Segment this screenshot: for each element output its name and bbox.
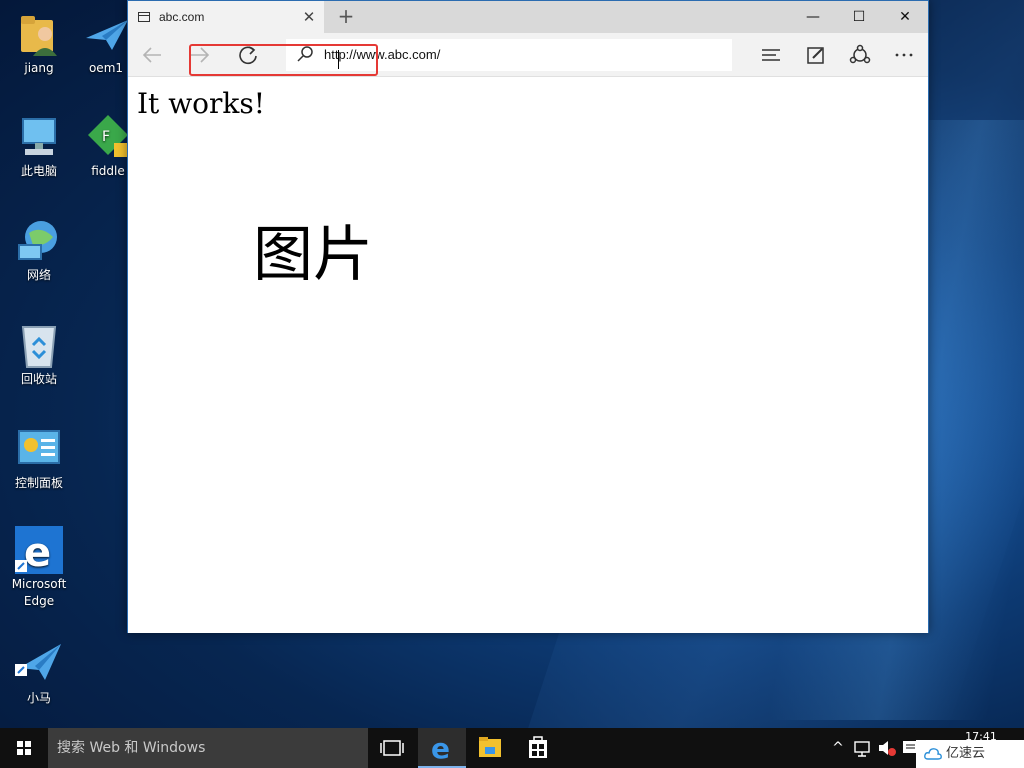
close-window-button[interactable]: ✕ (882, 1, 928, 33)
edge-icon: e (431, 732, 450, 765)
desktop-icon-label: Microsoft Edge (11, 577, 67, 608)
minimize-button[interactable]: — (790, 1, 836, 33)
web-page-content: It works! 图片 (128, 78, 928, 633)
desktop-icon-label: 网络 (26, 268, 51, 282)
more-button[interactable] (888, 40, 920, 70)
desktop-icon-label: 小马 (26, 691, 51, 705)
web-note-button[interactable] (800, 40, 832, 70)
network-tray-button[interactable] (852, 728, 874, 768)
text-caret (338, 50, 339, 69)
browser-tab[interactable]: abc.com ✕ (128, 1, 324, 33)
cloud-logo-icon (924, 748, 942, 760)
desktop-icon-label: 此电脑 (20, 164, 57, 178)
title-bar: abc.com ✕ + — ☐ ✕ (128, 1, 928, 33)
computer-icon (15, 113, 63, 161)
network-monitor-icon (854, 741, 870, 757)
recycle-bin-icon (15, 321, 63, 369)
svg-text:e: e (24, 530, 51, 574)
tab-close-button[interactable]: ✕ (300, 8, 318, 26)
new-tab-button[interactable]: + (335, 5, 357, 29)
svg-text:e: e (431, 732, 450, 765)
taskbar-store-button[interactable] (514, 728, 562, 768)
desktop-icon-recycle-bin[interactable]: 回收站 (1, 321, 77, 388)
page-tab-icon (138, 12, 150, 22)
maximize-button[interactable]: ☐ (836, 1, 882, 33)
watermark-text: 亿速云 (946, 746, 986, 761)
desktop-icon-user-folder[interactable]: jiang (1, 10, 77, 77)
control-panel-icon (15, 425, 63, 473)
user-folder-icon (15, 10, 63, 58)
show-hidden-icons-button[interactable]: ^ (828, 728, 848, 768)
hub-button[interactable] (755, 40, 787, 70)
task-view-button[interactable] (368, 728, 416, 768)
page-image-label: 图片 (253, 220, 373, 290)
fiddler-icon: F (84, 113, 132, 161)
paper-plane-icon (15, 640, 63, 688)
windows-logo-icon (17, 741, 31, 755)
speaker-muted-icon (879, 741, 896, 756)
edge-icon: e (15, 526, 63, 576)
svg-text:F: F (102, 129, 110, 145)
desktop-icon-network[interactable]: 网络 (1, 217, 77, 284)
more-dots-icon (895, 53, 913, 57)
network-globe-icon (15, 217, 63, 265)
desktop-icon-label: 回收站 (20, 372, 57, 386)
desktop-icon-label: 控制面板 (14, 476, 63, 490)
taskbar: 搜索 Web 和 Windows e ^ 17:41 (0, 728, 1024, 768)
edge-browser-window: abc.com ✕ + — ☐ ✕ http://www.abc.com/ It… (127, 0, 929, 633)
desktop-icon-label: jiang (24, 61, 54, 75)
desktop-icon-edge[interactable]: e Microsoft Edge (1, 526, 77, 610)
tab-title: abc.com (159, 10, 205, 24)
back-button[interactable] (136, 40, 168, 70)
back-arrow-icon (142, 47, 161, 63)
page-heading: It works! (137, 87, 266, 120)
taskbar-search-box[interactable]: 搜索 Web 和 Windows (48, 728, 368, 768)
hub-lines-icon (762, 49, 780, 61)
folder-icon (479, 737, 501, 757)
share-icon (849, 44, 871, 64)
volume-tray-button[interactable] (876, 728, 898, 768)
address-highlight-box (189, 44, 378, 76)
watermark: 亿速云 (916, 740, 1024, 768)
paper-plane-icon (82, 10, 130, 58)
desktop-icon-xiaoma[interactable]: 小马 (1, 640, 77, 707)
pencil-note-icon (807, 47, 824, 64)
task-view-icon (380, 740, 404, 756)
share-button[interactable] (844, 40, 876, 70)
desktop-icon-this-pc[interactable]: 此电脑 (1, 113, 77, 180)
taskbar-file-explorer-button[interactable] (466, 728, 514, 768)
desktop-icon-control-panel[interactable]: 控制面板 (1, 425, 77, 492)
start-button[interactable] (0, 728, 48, 768)
store-bag-icon (529, 736, 547, 758)
taskbar-edge-button[interactable]: e (418, 728, 466, 768)
